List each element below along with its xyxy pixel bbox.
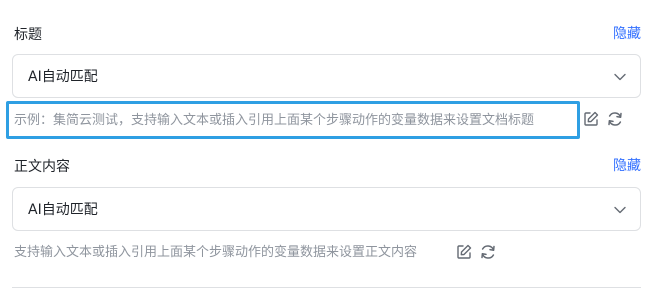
form-panel: 标题 隐藏 AI自动匹配 示例：集简云测试，支持输入文本或插入引用上面某个步骤动… [0, 0, 663, 291]
body-field-label: 正文内容 [14, 159, 70, 175]
body-hide-link[interactable]: 隐藏 [613, 156, 641, 176]
chevron-down-icon [614, 206, 626, 214]
body-input-placeholder: 支持输入文本或插入引用上面某个步骤动作的变量数据来设置正文内容 [14, 245, 418, 260]
body-select[interactable]: AI自动匹配 [12, 187, 641, 231]
title-field-label: 标题 [14, 27, 42, 43]
chevron-down-icon [614, 73, 626, 81]
body-input-box[interactable]: 支持输入文本或插入引用上面某个步骤动作的变量数据来设置正文内容 [12, 242, 452, 264]
edit-icon[interactable] [455, 243, 473, 261]
title-select[interactable]: AI自动匹配 [12, 54, 641, 98]
body-select-value: AI自动匹配 [28, 202, 98, 218]
refresh-icon[interactable] [479, 243, 497, 261]
title-select-value: AI自动匹配 [28, 69, 98, 85]
title-input-box[interactable]: 示例：集简云测试，支持输入文本或插入引用上面某个步骤动作的变量数据来设置文档标题 [6, 101, 580, 139]
edit-icon[interactable] [582, 110, 600, 128]
section-divider [12, 287, 641, 288]
title-input-placeholder: 示例：集简云测试，支持输入文本或插入引用上面某个步骤动作的变量数据来设置文档标题 [14, 113, 535, 128]
title-hide-link[interactable]: 隐藏 [613, 24, 641, 44]
refresh-icon[interactable] [606, 110, 624, 128]
